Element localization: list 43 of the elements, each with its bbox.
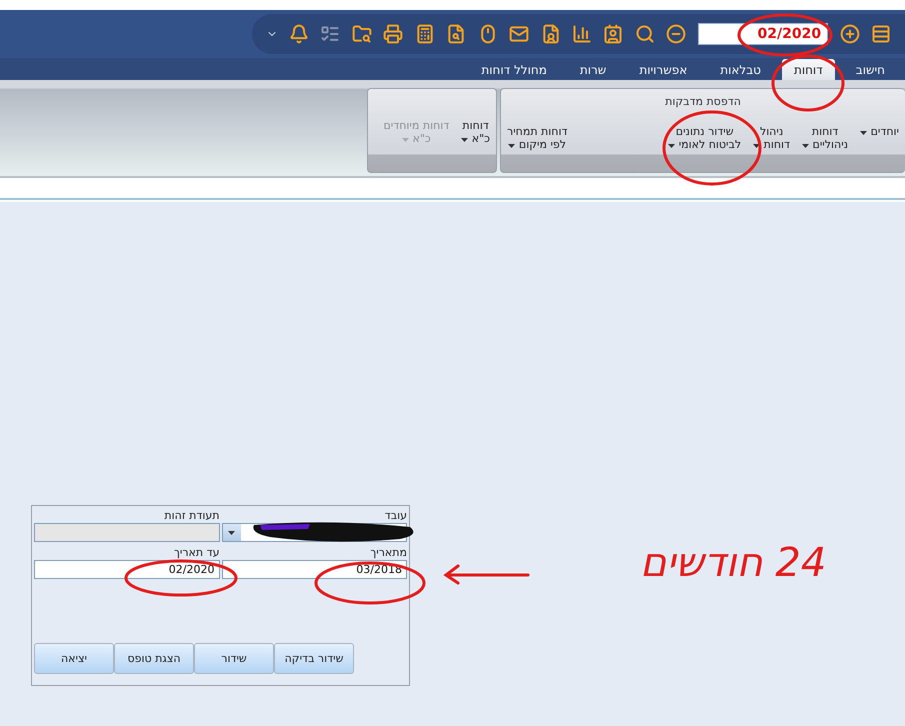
ribbon-button[interactable]: דוחות כ"א (461, 119, 490, 145)
field-label: תעודת זהות (164, 509, 220, 523)
folder-search-icon[interactable] (352, 24, 372, 44)
field-label: עד תאריך (174, 546, 220, 560)
date-field[interactable]: 02/2020 (698, 23, 828, 45)
plus-circle-icon[interactable] (840, 24, 860, 44)
tab[interactable]: חישוב (844, 59, 897, 80)
printer-icon[interactable] (383, 24, 404, 44)
tab[interactable]: אפשרויות (627, 59, 700, 80)
ribbon-button[interactable]: שידור נתונים לביטוח לאומי (668, 125, 742, 151)
tab[interactable]: דוחות (782, 59, 835, 80)
tab[interactable]: שרות (568, 59, 618, 80)
search-icon[interactable] (634, 24, 655, 44)
ribbon-button[interactable]: ניהול דוחות (753, 125, 790, 151)
dialog-button[interactable]: הצגת טופס (114, 643, 194, 674)
document-search-icon[interactable] (446, 24, 466, 44)
caret-icon (753, 144, 760, 148)
tab[interactable]: מחולל דוחות (469, 59, 559, 80)
list-icon[interactable] (871, 24, 892, 44)
person-document-icon[interactable] (540, 24, 561, 44)
caret-icon (860, 131, 868, 135)
ribbon-button[interactable]: יוחדים (860, 125, 899, 151)
caret-icon (461, 138, 468, 142)
dialog-button[interactable]: שידור (194, 643, 274, 674)
ribbon-button[interactable]: דוחות תמחיר לפי מיקום (507, 125, 568, 151)
dialog-button[interactable]: שידור בדיקה (274, 643, 354, 674)
group-title: הדפסת מדבקות (664, 94, 742, 110)
tab[interactable]: טבלאות (708, 59, 773, 80)
caret-icon (402, 138, 409, 142)
caret-icon (508, 144, 516, 148)
handwritten-note: 24 חודשים (640, 540, 826, 586)
caret-icon (228, 530, 235, 534)
caret-icon (802, 144, 810, 148)
to-date-field[interactable]: 02/2020 (34, 560, 220, 579)
ribbon-button[interactable]: דוחות ניהוליים (802, 125, 848, 151)
minus-circle-icon[interactable] (666, 24, 686, 44)
caret-icon (668, 144, 676, 148)
dropdown-button[interactable] (222, 524, 240, 541)
calculator-icon[interactable] (414, 24, 435, 44)
dialog-button[interactable]: יציאה (34, 643, 114, 674)
field-label: מתאריך (370, 546, 407, 560)
envelope-icon[interactable] (509, 24, 530, 44)
field-label: עובד (384, 509, 407, 523)
